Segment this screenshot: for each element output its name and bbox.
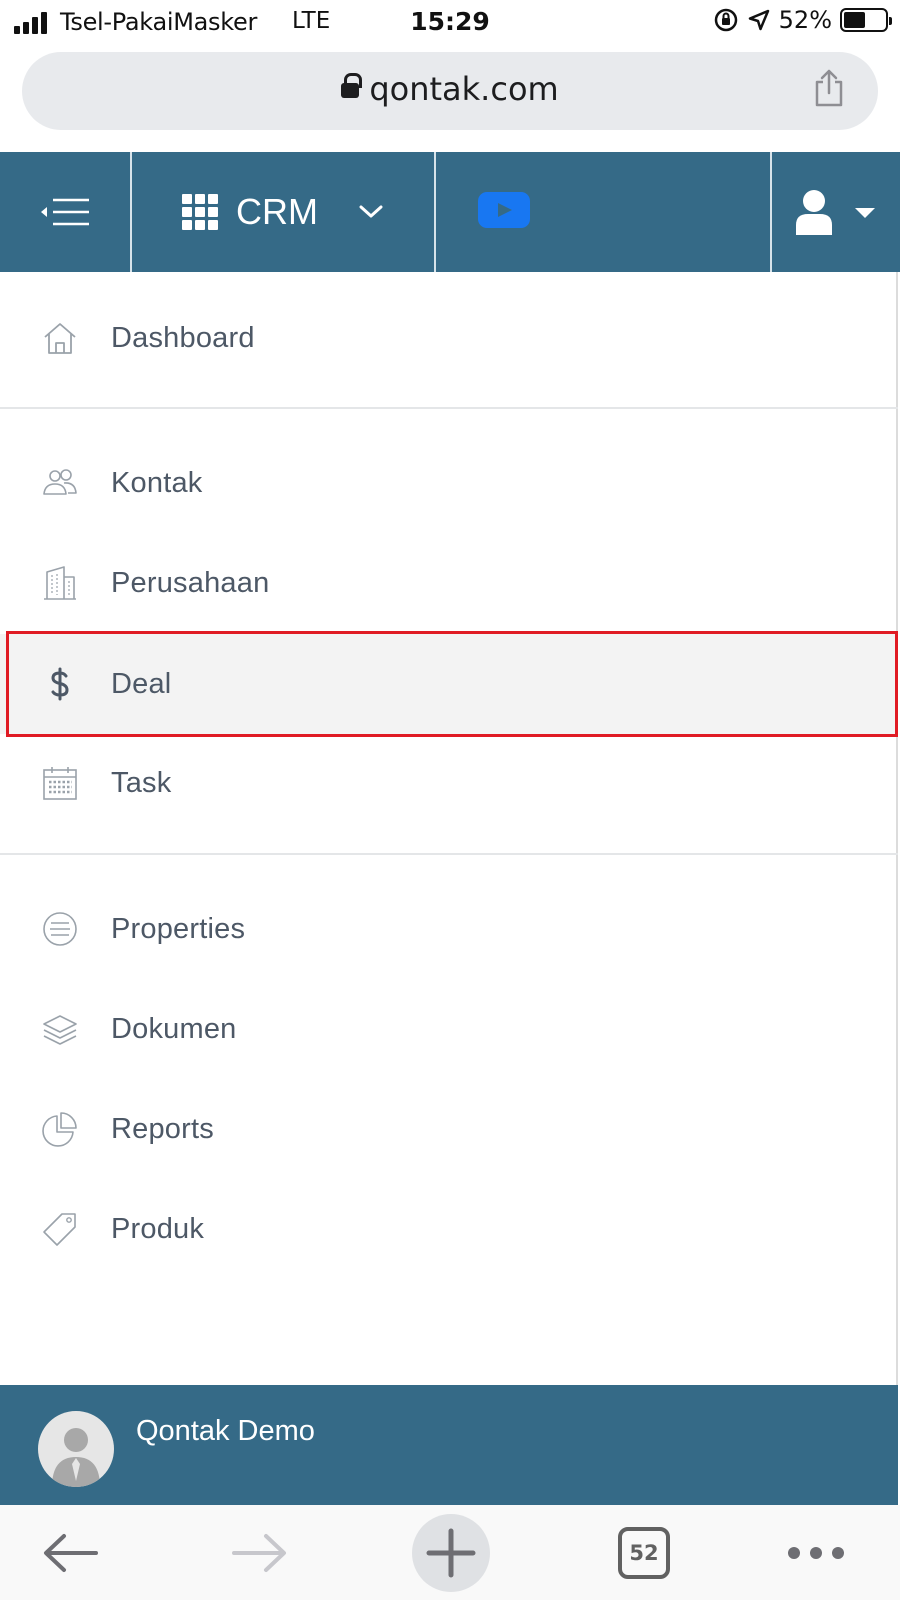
- user-name: Qontak Demo: [136, 1415, 315, 1447]
- plus-icon: [426, 1528, 476, 1578]
- menu-label-dokumen: Dokumen: [111, 1012, 237, 1045]
- tabs-button[interactable]: 52: [614, 1513, 674, 1593]
- menu-item-task[interactable]: Task: [0, 733, 898, 833]
- browser-toolbar: 52: [0, 1505, 900, 1600]
- lock-icon: [341, 73, 363, 101]
- menu-item-dashboard[interactable]: Dashboard: [0, 288, 898, 388]
- menu-label-dashboard: Dashboard: [111, 321, 255, 354]
- battery-percent: 52%: [778, 6, 832, 34]
- battery-icon: [840, 8, 892, 32]
- avatar: [38, 1411, 114, 1487]
- menu-item-kontak[interactable]: Kontak: [0, 433, 898, 533]
- grid-icon: [182, 194, 218, 230]
- url-text: qontak.com: [369, 70, 559, 108]
- users-icon: [42, 465, 78, 501]
- menu-label-task: Task: [111, 766, 172, 799]
- header-divider: [434, 152, 436, 272]
- menu-label-produk: Produk: [111, 1212, 205, 1245]
- caret-down-icon: [855, 208, 875, 218]
- user-icon: [796, 190, 832, 235]
- menu-label-perusahaan: Perusahaan: [111, 566, 270, 599]
- highlight-box: [6, 631, 898, 737]
- menu-label-reports: Reports: [111, 1112, 214, 1145]
- app-header: CRM: [0, 152, 900, 272]
- forward-arrow-icon: [232, 1534, 286, 1572]
- status-bar: Tsel-PakaiMasker LTE 15:29 52%: [0, 0, 900, 46]
- location-icon: [748, 9, 769, 31]
- current-user-panel[interactable]: Qontak Demo: [0, 1385, 898, 1505]
- calendar-icon: [42, 765, 78, 801]
- pie-chart-icon: [42, 1111, 78, 1147]
- menu-item-produk[interactable]: Produk: [0, 1179, 898, 1279]
- address-bar[interactable]: qontak.com: [22, 52, 878, 130]
- tab-count: 52: [618, 1527, 670, 1579]
- module-label: CRM: [236, 191, 318, 232]
- menu-label-kontak: Kontak: [111, 466, 203, 499]
- rotation-lock-icon: [714, 8, 737, 32]
- menu-divider: [0, 407, 898, 409]
- menu-item-perusahaan[interactable]: Perusahaan: [0, 533, 898, 633]
- menu-item-properties[interactable]: Properties: [0, 879, 898, 979]
- new-tab-button[interactable]: [411, 1513, 491, 1593]
- user-menu-button[interactable]: [772, 152, 900, 272]
- share-icon[interactable]: [812, 68, 846, 108]
- status-right: 52%: [713, 6, 892, 34]
- tag-icon: [42, 1211, 78, 1247]
- more-icon: [788, 1547, 844, 1559]
- menu-label-properties: Properties: [111, 912, 246, 945]
- menu-divider: [0, 853, 898, 855]
- menu-item-reports[interactable]: Reports: [0, 1079, 898, 1179]
- layers-icon: [42, 1011, 78, 1047]
- menu-item-dokumen[interactable]: Dokumen: [0, 979, 898, 1079]
- more-button[interactable]: [786, 1513, 846, 1593]
- home-icon: [42, 320, 78, 356]
- forward-button[interactable]: [230, 1513, 290, 1593]
- list-circle-icon: [42, 911, 78, 947]
- chevron-down-icon: [359, 205, 383, 218]
- sidebar-toggle-button[interactable]: [0, 152, 130, 272]
- back-arrow-icon: [44, 1534, 98, 1572]
- url-display[interactable]: qontak.com: [22, 70, 878, 108]
- building-icon: [42, 565, 78, 601]
- youtube-icon[interactable]: [478, 192, 530, 228]
- menu-collapse-icon: [41, 198, 89, 226]
- module-switcher[interactable]: CRM: [132, 152, 434, 272]
- back-button[interactable]: [40, 1513, 100, 1593]
